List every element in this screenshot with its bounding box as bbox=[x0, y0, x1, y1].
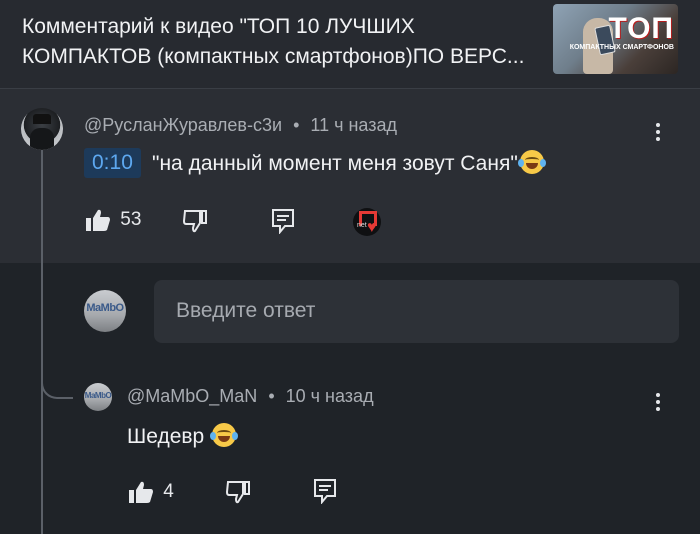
comment-time: 11 ч назад bbox=[310, 115, 397, 135]
timestamp-link[interactable]: 0:10 bbox=[84, 148, 141, 178]
avatar-text: MaMbO bbox=[86, 302, 124, 314]
thumbnail-small-text: КОМПАКТНЫХ СМАРТФОНОВ bbox=[569, 44, 674, 51]
reply-like-count: 4 bbox=[163, 481, 174, 503]
comment-header: Комментарий к видео "ТОП 10 ЛУЧШИХ КОМПА… bbox=[0, 0, 700, 88]
thumbs-up-icon bbox=[129, 481, 153, 503]
reply-like-button[interactable]: 4 bbox=[128, 480, 174, 504]
creator-heart-icon: net ♥ bbox=[353, 208, 381, 236]
meta-separator: • bbox=[268, 386, 275, 406]
thumbs-up-icon bbox=[86, 209, 110, 231]
thumbs-down-icon bbox=[182, 210, 207, 233]
reply-button[interactable] bbox=[271, 208, 295, 235]
tears-of-joy-emoji-icon bbox=[517, 150, 546, 174]
video-title-line2: КОМПАКТОВ (компактных смартфонов)ПО ВЕРС… bbox=[22, 45, 525, 68]
reply-icon bbox=[314, 479, 336, 505]
heart-icon: ♥ bbox=[367, 219, 377, 236]
reply-author-avatar[interactable]: MaMbO bbox=[84, 383, 112, 411]
video-title-line1: Комментарий к видео "ТОП 10 ЛУЧШИХ bbox=[22, 15, 415, 38]
reply-icon bbox=[272, 209, 294, 235]
current-user-avatar: MaMbO bbox=[84, 290, 126, 332]
reply-author-row: @MaMbO_MaN • 10 ч назад bbox=[127, 386, 374, 407]
comment-text-row: "на данный момент меня зовут Саня" bbox=[152, 150, 546, 176]
video-thumbnail[interactable]: ТОП КОМПАКТНЫХ СМАРТФОНОВ bbox=[553, 4, 678, 74]
avatar-text: MaMbO bbox=[84, 391, 112, 400]
reply-input-placeholder: Введите ответ bbox=[176, 299, 316, 322]
heart-badge-text: net bbox=[357, 222, 367, 229]
reply-more-icon[interactable] bbox=[656, 390, 662, 414]
video-title[interactable]: Комментарий к видео "ТОП 10 ЛУЧШИХ КОМПА… bbox=[22, 12, 532, 72]
like-button[interactable]: 53 bbox=[85, 208, 141, 232]
thread-connector bbox=[41, 365, 73, 399]
comment-text: "на данный момент меня зовут Саня" bbox=[152, 152, 518, 175]
reply-input[interactable]: Введите ответ bbox=[154, 280, 679, 343]
comment-author[interactable]: @РусланЖуравлев-с3и bbox=[84, 115, 282, 135]
thumbs-down-icon bbox=[225, 481, 250, 504]
comment-author-row: @РусланЖуравлев-с3и • 11 ч назад bbox=[84, 115, 397, 136]
reply-text-row: Шедевр bbox=[127, 423, 239, 449]
reply-dislike-button[interactable] bbox=[225, 480, 251, 504]
reply-author[interactable]: @MaMbO_MaN bbox=[127, 386, 257, 406]
reply-reply-button[interactable] bbox=[313, 478, 337, 505]
meta-separator: • bbox=[293, 115, 300, 135]
reply-text: Шедевр bbox=[127, 425, 205, 448]
thumbnail-big-text: ТОП bbox=[608, 12, 674, 45]
thread-line bbox=[41, 150, 43, 534]
dislike-button[interactable] bbox=[182, 209, 208, 233]
tears-of-joy-emoji-icon bbox=[210, 423, 239, 447]
comment-more-icon[interactable] bbox=[656, 120, 662, 144]
reply-time: 10 ч назад bbox=[285, 386, 374, 406]
like-count: 53 bbox=[120, 209, 142, 231]
commenter-avatar[interactable] bbox=[21, 108, 63, 150]
